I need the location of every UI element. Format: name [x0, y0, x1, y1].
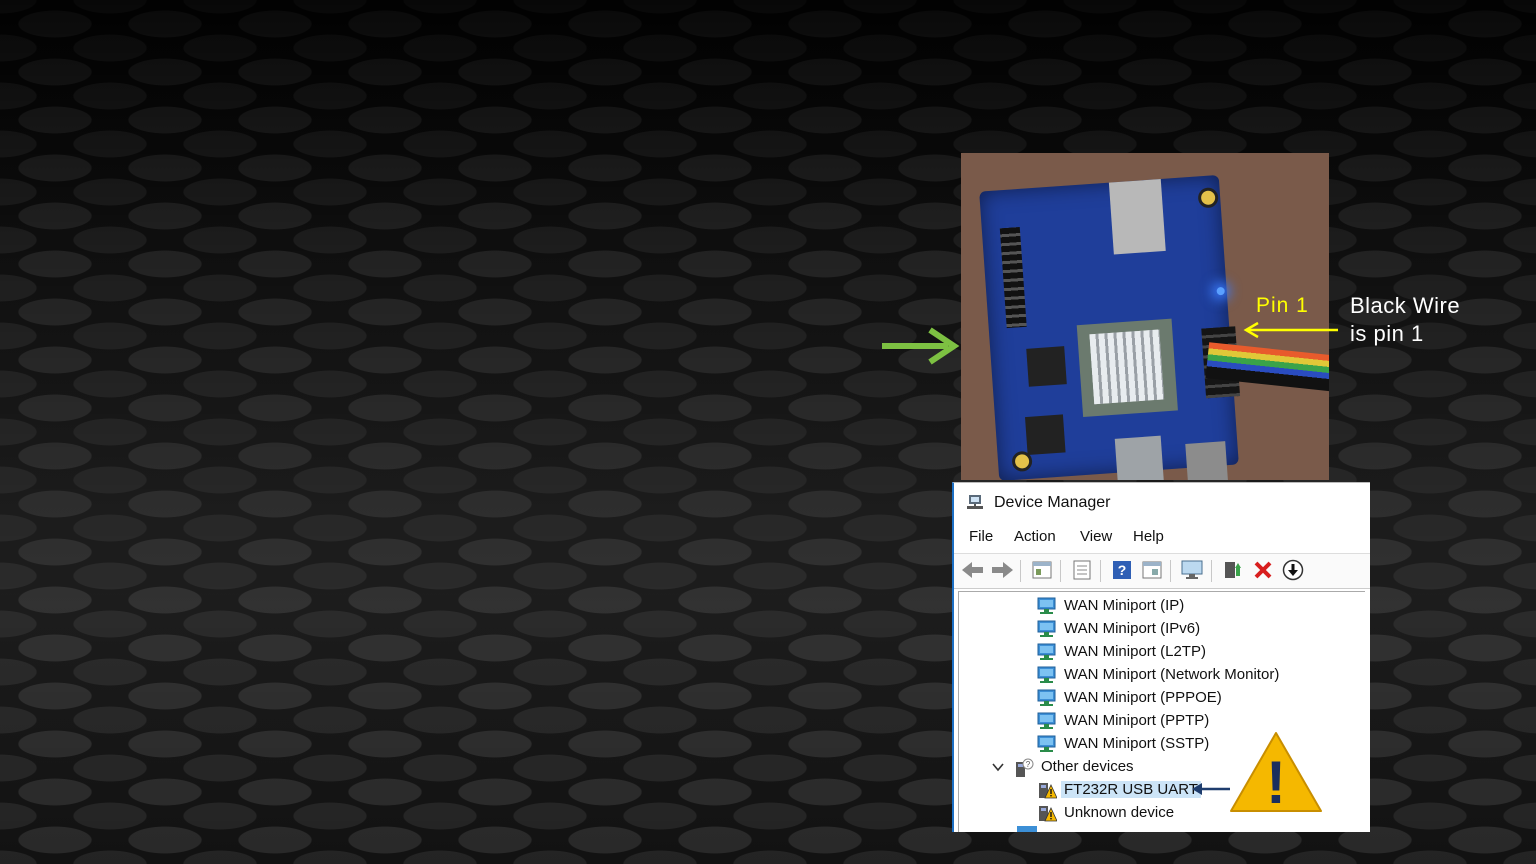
partial-row-icon: [1017, 826, 1037, 832]
download-icon[interactable]: [1282, 559, 1304, 581]
tree-item-label: WAN Miniport (SSTP): [1064, 735, 1210, 752]
network-adapter-icon: [1037, 597, 1056, 614]
memory-chip: [1025, 414, 1066, 455]
chevron-down-icon[interactable]: [991, 761, 1005, 773]
circuit-board: [979, 174, 1241, 480]
menu-file[interactable]: File: [969, 528, 993, 545]
title-bar[interactable]: Device Manager: [954, 483, 1370, 523]
status-led: [1216, 286, 1225, 296]
usb-port: [1114, 435, 1166, 480]
tree-item-label: WAN Miniport (IPv6): [1064, 620, 1201, 637]
warning-icon: !: [1230, 732, 1322, 815]
mount-hole: [1011, 450, 1033, 473]
blue-arrow-icon: [1192, 783, 1230, 795]
warning-device-icon: [1039, 783, 1057, 799]
toolbar-separator: [1100, 560, 1101, 582]
network-adapter-icon: [1037, 735, 1056, 752]
heatsink: [1089, 329, 1165, 405]
help-icon[interactable]: ?: [1111, 559, 1133, 581]
uninstall-icon[interactable]: [1252, 559, 1274, 581]
gpio-header: [999, 226, 1027, 329]
svg-text:?: ?: [1118, 562, 1127, 578]
network-adapter-icon: [1037, 712, 1056, 729]
tree-item-label: WAN Miniport (IP): [1064, 597, 1185, 614]
black-wire-line1: Black Wire: [1350, 293, 1461, 318]
tree-item-label: WAN Miniport (PPTP): [1064, 712, 1210, 729]
warning-symbol: !: [1266, 749, 1286, 815]
menu-help[interactable]: Help: [1133, 528, 1164, 545]
black-wire-line2: is pin 1: [1350, 321, 1424, 346]
black-wire-label: Black Wire is pin 1: [1350, 292, 1460, 348]
green-arrow-icon: [882, 327, 960, 365]
network-adapter-icon: [1037, 643, 1056, 660]
yellow-arrow-icon: [1243, 321, 1338, 339]
network-adapter-icon: [1037, 689, 1056, 706]
network-adapter-icon: [1037, 666, 1056, 683]
tree-item-label: WAN Miniport (PPPOE): [1064, 689, 1222, 706]
device-manager-icon: [967, 495, 983, 509]
toolbar-separator: [1020, 560, 1021, 582]
tree-item-label: FT232R USB UART: [1061, 781, 1201, 798]
properties-icon[interactable]: [1031, 559, 1053, 581]
pin1-label: Pin 1: [1256, 294, 1309, 317]
sd-card-slot: [1185, 441, 1228, 480]
back-icon[interactable]: [962, 559, 984, 581]
tree-category-label: Other devices: [1041, 758, 1134, 775]
tree-item-label: WAN Miniport (L2TP): [1064, 643, 1206, 660]
ethernet-port: [1108, 179, 1166, 255]
device-manager-window: Device Manager File Action View Help ? W…: [952, 482, 1370, 832]
toolbar: ?: [954, 553, 1370, 589]
tree-item-label: WAN Miniport (Network Monitor): [1064, 666, 1280, 683]
tree-category-other-devices[interactable]: ? Other devices: [991, 756, 1191, 778]
update-driver-icon[interactable]: [1222, 559, 1244, 581]
toolbar-separator: [1170, 560, 1171, 582]
unknown-device-category-icon: ?: [1016, 758, 1034, 777]
network-adapter-icon: [1037, 620, 1056, 637]
view-icon[interactable]: [1141, 559, 1163, 581]
menu-action[interactable]: Action: [1014, 528, 1056, 545]
memory-chip: [1026, 346, 1067, 387]
window-title: Device Manager: [994, 494, 1111, 511]
tree-item-label: Unknown device: [1064, 804, 1175, 821]
toolbar-separator: [1211, 560, 1212, 582]
menu-view[interactable]: View: [1080, 528, 1112, 545]
monitor-icon[interactable]: [1181, 559, 1203, 581]
menu-bar: File Action View Help: [954, 525, 1370, 553]
details-icon[interactable]: [1071, 559, 1093, 581]
toolbar-separator: [1060, 560, 1061, 582]
svg-text:?: ?: [1026, 760, 1031, 769]
mount-hole: [1197, 187, 1219, 209]
forward-icon[interactable]: [991, 559, 1013, 581]
warning-device-icon: [1039, 806, 1057, 822]
